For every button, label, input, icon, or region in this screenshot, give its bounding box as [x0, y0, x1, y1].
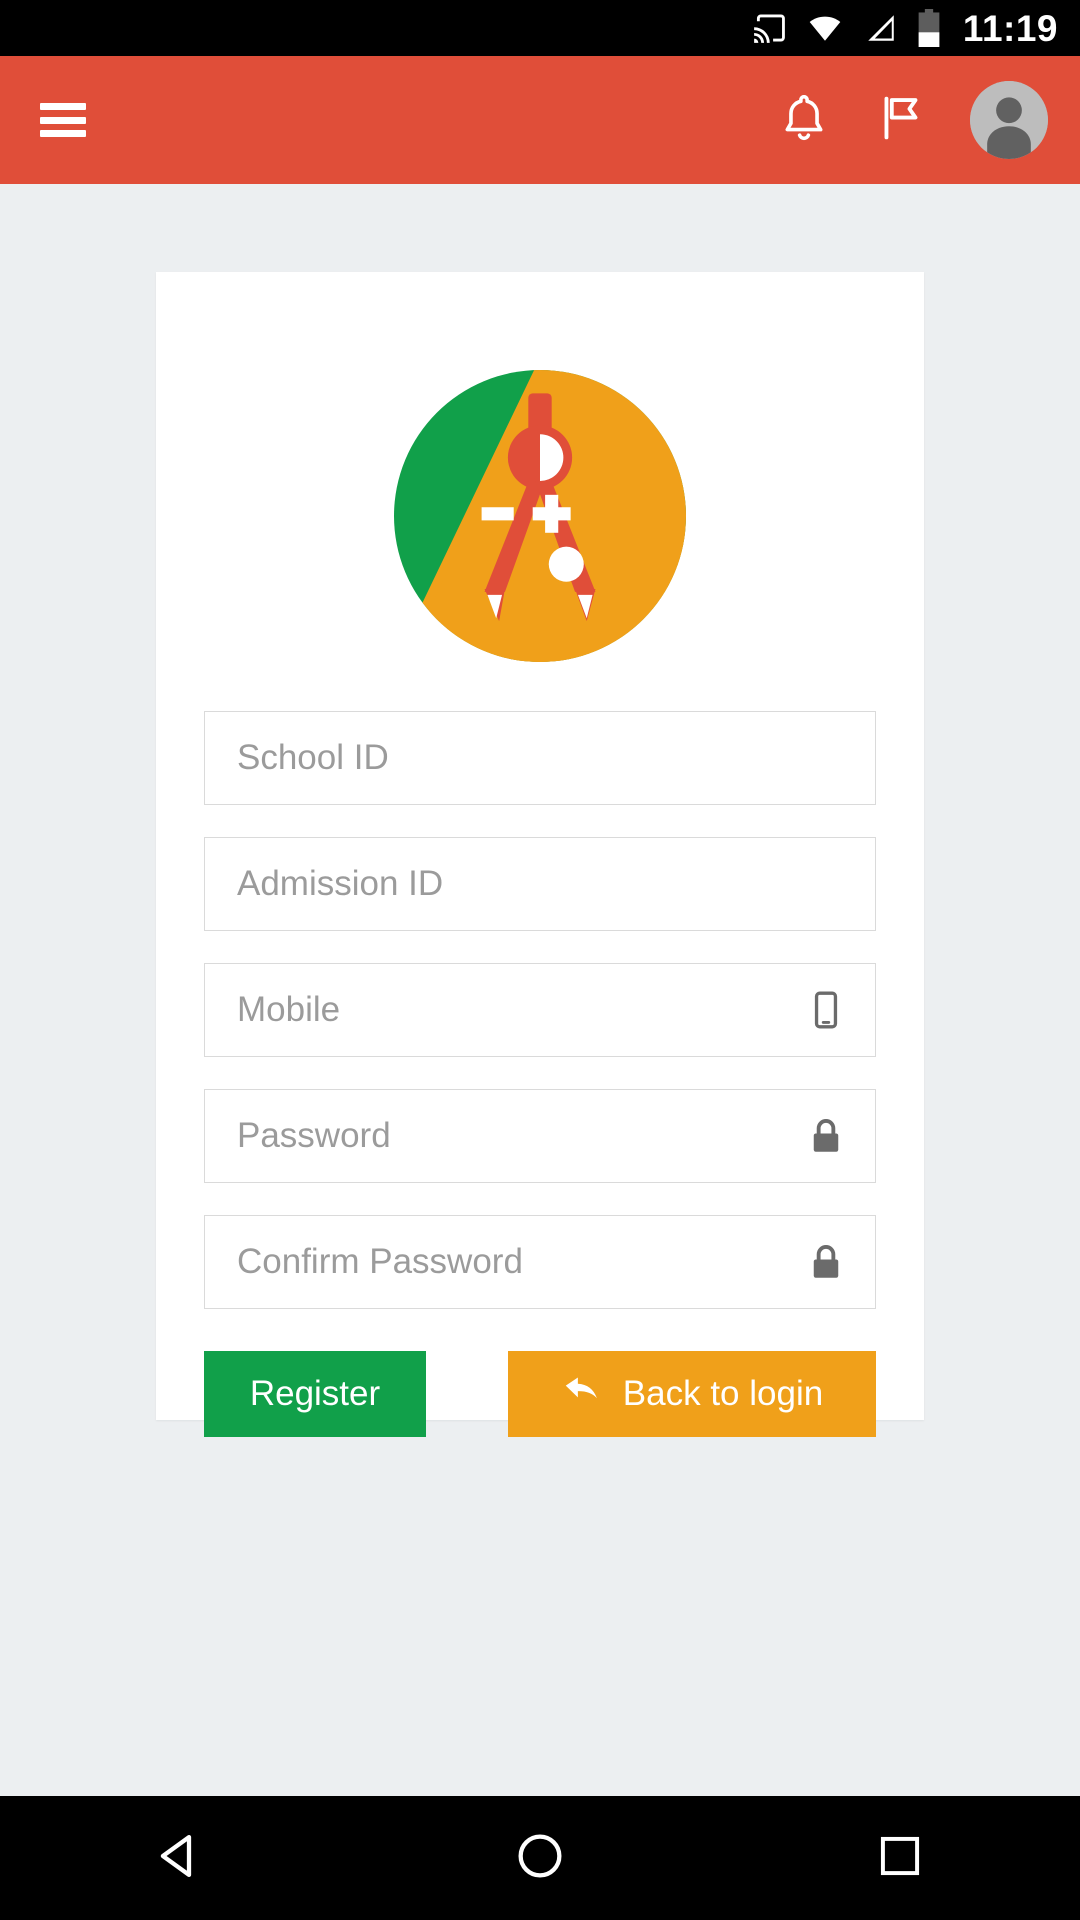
field-mobile[interactable]: [204, 963, 876, 1057]
phone-screen: 11:19 School ID Admission ID Mobile Regi…: [0, 0, 1080, 1920]
field-school-id[interactable]: [204, 711, 876, 805]
system-navigation-bar: [0, 1796, 1080, 1920]
form-actions: Register Back to login: [204, 1351, 876, 1437]
register-button-label: Register: [249, 1374, 381, 1413]
status-bar: 11:19: [0, 0, 1080, 56]
flag-button[interactable]: [852, 72, 948, 168]
status-bar-clock: 11:19: [962, 7, 1058, 49]
app-bar: [0, 56, 1080, 184]
mobile-phone-icon: [805, 989, 847, 1031]
notification-bell-button[interactable]: [756, 72, 852, 168]
field-password[interactable]: [204, 1089, 876, 1183]
square-recents-icon: [875, 1831, 925, 1886]
compass-logo: [394, 370, 686, 667]
lock-icon: [805, 1115, 847, 1157]
battery-icon: [917, 9, 941, 47]
back-arrow-icon: [561, 1371, 605, 1418]
mobile-input[interactable]: [205, 964, 875, 1056]
register-button[interactable]: Register: [204, 1351, 426, 1437]
hamburger-menu-icon[interactable]: [40, 103, 86, 137]
home-button[interactable]: [465, 1796, 615, 1920]
cast-icon: [749, 11, 789, 45]
password-input[interactable]: [205, 1090, 875, 1182]
admission-id-input[interactable]: [205, 838, 875, 930]
school-id-input[interactable]: [205, 712, 875, 804]
user-avatar-icon[interactable]: [970, 81, 1048, 159]
back-to-login-label: Back to login: [622, 1374, 824, 1413]
page-content: Register Back to login: [0, 184, 1080, 1796]
field-admission-id[interactable]: [204, 837, 876, 931]
register-form-fields: [204, 711, 876, 1309]
wifi-icon: [805, 11, 845, 45]
back-button[interactable]: [105, 1796, 255, 1920]
signal-icon: [861, 11, 901, 45]
recents-button[interactable]: [825, 1796, 975, 1920]
back-to-login-button[interactable]: Back to login: [508, 1351, 876, 1437]
triangle-back-icon: [153, 1829, 207, 1888]
circle-home-icon: [513, 1829, 567, 1888]
lock-icon: [805, 1241, 847, 1283]
confirm-password-input[interactable]: [205, 1216, 875, 1308]
notification-bell-icon: [775, 89, 833, 152]
flag-icon: [871, 89, 929, 152]
field-confirm-password[interactable]: [204, 1215, 876, 1309]
register-card: Register Back to login: [156, 272, 924, 1437]
